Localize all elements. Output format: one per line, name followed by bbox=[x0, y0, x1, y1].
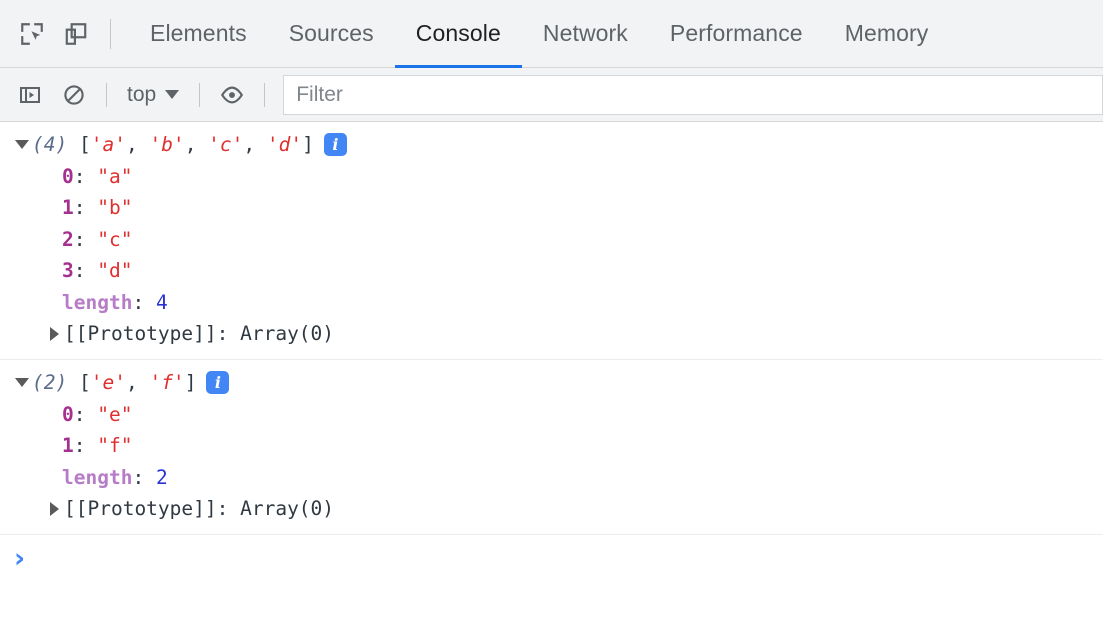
tab-elements[interactable]: Elements bbox=[129, 0, 268, 68]
tab-label: Memory bbox=[844, 20, 929, 46]
prototype-value: Array(0) bbox=[240, 322, 335, 346]
preview-separator: , bbox=[125, 371, 150, 395]
tab-label: Elements bbox=[150, 20, 247, 46]
preview-separator: , bbox=[125, 133, 150, 156]
info-badge-icon[interactable]: i bbox=[206, 371, 230, 395]
toolbar-divider bbox=[106, 82, 107, 107]
tab-label: Sources bbox=[288, 20, 374, 46]
devtools-panel: Elements Sources Console Network Perform… bbox=[0, 0, 1103, 625]
console-output: (4) ['a', 'b', 'c', 'd'] i 0: "a" 1: "b"… bbox=[0, 122, 1103, 625]
disclosure-triangle-closed-icon[interactable] bbox=[44, 502, 64, 517]
object-property-row-length[interactable]: length: 4 bbox=[0, 287, 1103, 319]
property-key: 2 bbox=[62, 227, 74, 251]
property-value: "c" bbox=[97, 227, 133, 251]
tab-console[interactable]: Console bbox=[394, 0, 522, 68]
property-key: 0 bbox=[62, 402, 74, 426]
object-property-row[interactable]: 3: "d" bbox=[0, 255, 1103, 287]
property-value: "f" bbox=[97, 434, 133, 458]
bracket-close: ] bbox=[184, 371, 197, 395]
preview-item: 'e' bbox=[90, 371, 126, 395]
prototype-row[interactable]: [[Prototype]]: Array(0) bbox=[0, 493, 1103, 525]
execution-context-selector[interactable]: top bbox=[117, 79, 189, 111]
bracket-close: ] bbox=[302, 133, 314, 156]
array-preview-row[interactable]: (4) ['a', 'b', 'c', 'd'] i bbox=[0, 129, 1103, 161]
property-key: length bbox=[62, 465, 133, 489]
preview-item: 'f' bbox=[149, 371, 185, 395]
prompt-chevron-icon: › bbox=[14, 543, 26, 575]
console-prompt-row[interactable]: › bbox=[0, 534, 1103, 583]
object-property-row[interactable]: 2: "c" bbox=[0, 224, 1103, 256]
console-sidebar-icon[interactable] bbox=[8, 72, 52, 118]
console-log-entry: (4) ['a', 'b', 'c', 'd'] i 0: "a" 1: "b"… bbox=[0, 122, 1103, 361]
object-property-row-length[interactable]: length: 2 bbox=[0, 462, 1103, 494]
prototype-key: [[Prototype]] bbox=[64, 322, 217, 346]
info-badge-icon[interactable]: i bbox=[323, 133, 347, 157]
property-key: 1 bbox=[62, 196, 74, 220]
disclosure-triangle-closed-icon[interactable] bbox=[44, 327, 64, 342]
property-key: 0 bbox=[62, 164, 74, 188]
prototype-row[interactable]: [[Prototype]]: Array(0) bbox=[0, 318, 1103, 350]
preview-separator: , bbox=[184, 133, 209, 156]
property-key: length bbox=[62, 290, 133, 314]
array-preview-row[interactable]: (2) ['e', 'f'] i bbox=[0, 367, 1103, 399]
filter-input[interactable] bbox=[283, 74, 1103, 115]
property-value: "d" bbox=[97, 259, 133, 283]
array-length-badge: (4) bbox=[32, 133, 68, 156]
clear-console-icon[interactable] bbox=[52, 72, 96, 118]
toolbar-divider bbox=[199, 82, 201, 107]
console-prompt-input[interactable] bbox=[25, 534, 1103, 583]
tab-memory[interactable]: Memory bbox=[824, 0, 950, 68]
preview-item: 'd' bbox=[266, 133, 303, 156]
prototype-value: Array(0) bbox=[240, 497, 335, 521]
toolbar-divider bbox=[264, 82, 266, 107]
property-value: "b" bbox=[97, 196, 133, 220]
property-value: 2 bbox=[155, 465, 168, 489]
property-key: 3 bbox=[62, 259, 74, 283]
object-property-row[interactable]: 0: "e" bbox=[0, 399, 1103, 431]
object-property-row[interactable]: 0: "a" bbox=[0, 161, 1103, 193]
tab-network[interactable]: Network bbox=[522, 0, 649, 68]
array-length-badge: (2) bbox=[32, 371, 68, 395]
object-property-row[interactable]: 1: "b" bbox=[0, 192, 1103, 224]
tab-label: Console bbox=[415, 20, 501, 46]
property-value: 4 bbox=[155, 290, 168, 314]
property-value: "a" bbox=[97, 164, 133, 188]
preview-item: 'b' bbox=[149, 133, 185, 156]
tab-label: Network bbox=[542, 20, 628, 46]
tab-sources[interactable]: Sources bbox=[268, 0, 395, 68]
disclosure-triangle-open-icon[interactable] bbox=[12, 140, 32, 150]
preview-item: 'a' bbox=[90, 133, 126, 156]
property-value: "e" bbox=[97, 402, 133, 426]
device-toolbar-icon[interactable] bbox=[54, 11, 98, 57]
toolbar-divider bbox=[110, 18, 111, 49]
preview-item: 'c' bbox=[208, 133, 244, 156]
console-toolbar: top bbox=[0, 68, 1103, 122]
prototype-key: [[Prototype]] bbox=[64, 497, 217, 521]
console-log-entry: (2) ['e', 'f'] i 0: "e" 1: "f" length: 2… bbox=[0, 360, 1103, 535]
context-label: top bbox=[127, 82, 157, 106]
tab-performance[interactable]: Performance bbox=[649, 0, 824, 68]
property-key: 1 bbox=[62, 434, 74, 458]
live-expression-eye-icon[interactable] bbox=[210, 72, 254, 118]
disclosure-triangle-open-icon[interactable] bbox=[12, 378, 32, 388]
bracket-open: [ bbox=[78, 133, 91, 156]
object-property-row[interactable]: 1: "f" bbox=[0, 430, 1103, 462]
preview-separator: , bbox=[243, 133, 267, 156]
inspect-element-icon[interactable] bbox=[10, 11, 54, 57]
panel-tabs: Elements Sources Console Network Perform… bbox=[129, 0, 949, 68]
devtools-tabbar: Elements Sources Console Network Perform… bbox=[0, 0, 1103, 68]
chevron-down-icon bbox=[165, 90, 180, 99]
tab-label: Performance bbox=[669, 20, 803, 46]
bracket-open: [ bbox=[78, 371, 91, 395]
